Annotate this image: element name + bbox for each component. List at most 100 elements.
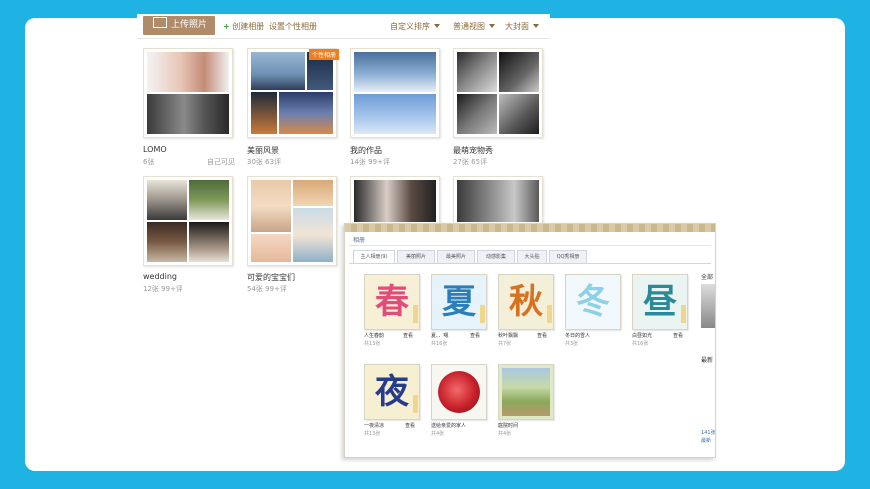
upload-photo-button[interactable]: 上传照片 [143, 16, 215, 35]
album-cover-winter[interactable]: 冬 [565, 274, 621, 330]
album-count: 共16张 [632, 341, 649, 347]
cover-photo [251, 180, 291, 232]
cover-photo [293, 180, 333, 206]
album-name[interactable]: 最萌宠物秀 [453, 145, 493, 156]
cover-dropdown[interactable]: 大封面 [505, 21, 539, 32]
album-count: 共13张 [364, 341, 381, 347]
album-name[interactable]: 我的作品 [350, 145, 382, 156]
album-cover-garden[interactable] [498, 364, 554, 420]
chevron-down-icon [533, 24, 539, 28]
album-cover[interactable]: 个性相册 [247, 48, 339, 138]
cover-photo [189, 180, 229, 220]
side-panel-title: 全部 [701, 274, 714, 281]
cover-photo [457, 94, 497, 134]
album-cover-autumn[interactable]: 秋 [498, 274, 554, 330]
album-privacy: 自己可见 [207, 158, 235, 166]
side-link[interactable]: 141张 [701, 429, 715, 436]
rose-photo [438, 371, 480, 413]
album-count: 12张 [143, 285, 159, 293]
album-name[interactable]: 秋叶飘飘 [498, 332, 518, 339]
album-name[interactable]: 夏、、嗯 [431, 332, 449, 339]
album-cover-flower[interactable] [431, 364, 487, 420]
sort-dropdown[interactable]: 自定义排序 [390, 21, 440, 32]
album-name[interactable]: 白昼如光 [632, 332, 652, 339]
album-name[interactable]: LOMO [143, 145, 167, 154]
view-link[interactable]: 查看 [405, 422, 415, 429]
photo-icon [153, 17, 167, 28]
custom-album-ribbon: 个性相册 [308, 49, 339, 60]
sort-label: 自定义排序 [390, 22, 430, 31]
album-stats: 27张 65评 [453, 157, 487, 167]
cover-photo [251, 52, 305, 90]
album-count: 共4张 [498, 431, 512, 437]
cover-photo [354, 180, 436, 222]
tab-beautiful-photos[interactable]: 美丽照片 [397, 250, 435, 264]
album-name[interactable]: 美丽风景 [247, 145, 279, 156]
album-stats: 12张 99+评 [143, 284, 183, 294]
badge [413, 395, 418, 413]
album-comments: 65评 [471, 158, 488, 166]
cover-photo [354, 94, 436, 134]
album-name[interactable]: 一夜清凉 [364, 422, 384, 429]
tab-owner-albums[interactable]: 主人相册(9) [353, 250, 395, 264]
cover-photo [279, 92, 333, 134]
view-label: 普通视图 [453, 22, 485, 31]
side-thumbnail [701, 284, 715, 328]
album-name[interactable]: wedding [143, 272, 177, 281]
tab-qq-show[interactable]: QQ秀相册 [549, 250, 587, 264]
album-cover-summer[interactable]: 夏 [431, 274, 487, 330]
album-count: 14张 [350, 158, 366, 166]
cover-photo [499, 94, 539, 134]
spring-char-art: 春 [375, 282, 409, 322]
cover-label: 大封面 [505, 22, 529, 31]
album-name[interactable]: 人生春韵 [364, 332, 384, 339]
view-link[interactable]: 查看 [537, 332, 547, 339]
tab-photo-sticker[interactable]: 大头贴 [517, 250, 547, 264]
view-link[interactable]: 查看 [673, 332, 683, 339]
album-comments: 99+评 [161, 285, 183, 293]
album-cover-night[interactable]: 夜 [364, 364, 420, 420]
album-name[interactable]: 可爱的宝宝们 [247, 272, 295, 283]
custom-album-link[interactable]: 设置个性相册 [269, 21, 317, 32]
album-name[interactable]: 冬日的雪人 [565, 332, 590, 339]
create-album-link[interactable]: + 创建相册 [223, 21, 264, 32]
view-dropdown[interactable]: 普通视图 [453, 21, 495, 32]
cover-photo [147, 222, 187, 262]
cover-photo [189, 222, 229, 262]
album-count: 共13张 [364, 431, 381, 437]
cover-photo [251, 92, 277, 134]
album-stats: 54张 99+评 [247, 284, 287, 294]
album-cover[interactable] [453, 48, 543, 138]
side-link[interactable]: 最新 [701, 437, 711, 444]
cover-photo [354, 52, 436, 92]
divider [349, 263, 711, 264]
badge [547, 305, 552, 323]
album-comments: 99+评 [368, 158, 390, 166]
album-cover-day[interactable]: 昼 [632, 274, 688, 330]
tab-dynamic-albums[interactable]: 动感影集 [477, 250, 515, 264]
view-link[interactable]: 查看 [403, 332, 413, 339]
album-cover[interactable] [143, 48, 233, 138]
plus-icon: + [223, 22, 230, 31]
album-name[interactable]: 送给亲爱的家人 [431, 422, 466, 429]
album-cover[interactable] [143, 176, 233, 266]
cover-photo [147, 94, 229, 134]
album-cover-spring[interactable]: 春 [364, 274, 420, 330]
album-cover[interactable] [350, 48, 440, 138]
chevron-down-icon [489, 24, 495, 28]
album-stats: 14张 99+评 [350, 157, 390, 167]
qq-album-screenshot: 相册 主人相册(9) 美丽照片 最美照片 动感影集 大头贴 QQ秀相册 春 人生… [344, 223, 716, 458]
tab-best-photos[interactable]: 最美照片 [437, 250, 475, 264]
view-link[interactable]: 查看 [470, 332, 480, 339]
album-count: 共7张 [498, 341, 512, 347]
summer-char-art: 夏 [442, 282, 476, 322]
album-count: 共3张 [565, 341, 579, 347]
cover-photo [147, 180, 187, 220]
divider [349, 245, 711, 246]
side-item: 最新 [701, 357, 714, 364]
winter-char-art: 冬 [576, 282, 610, 322]
album-cover[interactable] [247, 176, 337, 266]
create-album-label: 创建相册 [232, 22, 265, 31]
album-count: 6张 [143, 158, 155, 166]
album-name[interactable]: 庭院时间 [498, 422, 518, 429]
